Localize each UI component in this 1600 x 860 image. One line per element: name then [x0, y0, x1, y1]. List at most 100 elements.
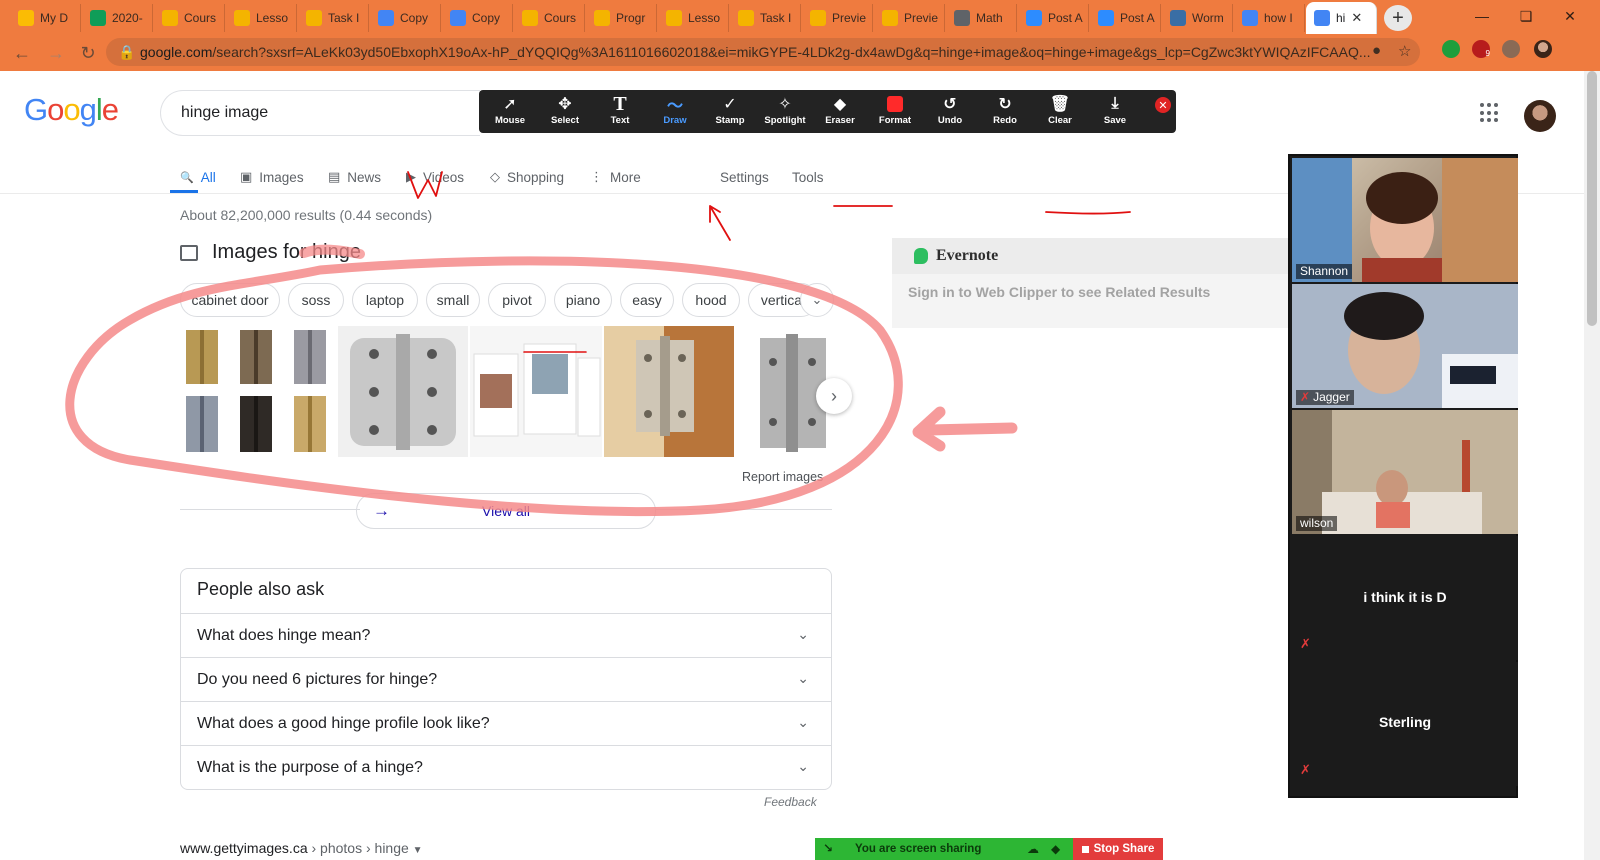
browser-tab[interactable]: how I — [1234, 4, 1305, 32]
tab-tools[interactable]: Tools — [792, 162, 824, 192]
zoom-tool-text[interactable]: T Text — [593, 93, 647, 131]
tab-more[interactable]: ⋮ More — [590, 162, 641, 192]
zoom-tool-format[interactable]: Format — [868, 93, 922, 131]
favicon-icon — [1026, 10, 1042, 26]
browser-tab[interactable]: Math — [946, 4, 1017, 32]
tab-all[interactable]: 🔍 All — [180, 162, 216, 192]
close-annotation-icon[interactable]: ✕ — [1155, 97, 1171, 113]
new-tab-button[interactable]: + — [1384, 5, 1412, 31]
image-result-door-hinge[interactable] — [604, 326, 734, 457]
zoom-tool-select[interactable]: ✥ Select — [538, 93, 592, 131]
tab-news[interactable]: ▤ News — [328, 162, 381, 192]
tile-no-video-1[interactable]: i think it is D ✗ — [1292, 536, 1518, 660]
feedback-link[interactable]: Feedback — [764, 795, 817, 809]
caret-down-icon[interactable]: ▼ — [413, 845, 423, 856]
images-heading[interactable]: Images for hinge — [180, 241, 361, 264]
apps-grid-icon[interactable] — [1480, 103, 1500, 123]
zoom-tool-clear[interactable]: 🗑 Clear — [1033, 93, 1087, 131]
evernote-signin-message[interactable]: Sign in to Web Clipper to see Related Re… — [908, 284, 1210, 300]
paa-question[interactable]: What does a good hinge profile look like… — [181, 701, 831, 745]
bookmark-star-icon[interactable]: ☆ — [1398, 42, 1411, 60]
chip-hood[interactable]: hood — [682, 283, 740, 317]
paa-question[interactable]: What is the purpose of a hinge? ⌄ — [181, 745, 831, 789]
browser-tab[interactable]: Cours — [514, 4, 585, 32]
browser-tab[interactable]: Task I — [298, 4, 369, 32]
zoom-tool-eraser[interactable]: ◆ Eraser — [813, 93, 867, 131]
view-all-button[interactable]: → View all — [356, 493, 656, 529]
browser-tab[interactable]: My D — [10, 4, 81, 32]
tab-settings[interactable]: Settings — [720, 162, 769, 192]
chevron-down-icon[interactable]: ⌄ — [797, 670, 809, 687]
browser-tab[interactable]: Task I — [730, 4, 801, 32]
report-images-link[interactable]: Report images — [742, 470, 823, 484]
browser-tab[interactable]: Post A — [1090, 4, 1161, 32]
zoom-tool-undo[interactable]: ↺ Undo — [923, 93, 977, 131]
tab-images[interactable]: ▣ Images — [240, 162, 304, 192]
browser-tab-label: Cours — [544, 11, 577, 25]
tab-shopping[interactable]: ◇ Shopping — [490, 162, 564, 192]
browser-tab[interactable]: Post A — [1018, 4, 1089, 32]
video-tile-shannon[interactable]: Shannon — [1292, 158, 1518, 282]
chevron-right-icon[interactable]: › — [816, 378, 852, 414]
chip-cabinet-door[interactable]: cabinet door — [180, 283, 280, 317]
forward-icon[interactable]: → — [44, 42, 68, 64]
profile-avatar[interactable] — [1534, 40, 1552, 58]
browser-tab[interactable]: Previe — [874, 4, 945, 32]
chevron-down-icon[interactable]: ⌄ — [797, 714, 809, 731]
search-input[interactable]: hinge image — [160, 90, 480, 136]
extension-evernote-icon[interactable] — [1442, 40, 1460, 58]
chevron-down-icon[interactable]: ⌄ — [797, 758, 809, 775]
drag-handle-icon[interactable]: ↘ — [823, 841, 833, 855]
zoom-tool-spotlight[interactable]: ✧ Spotlight — [758, 93, 812, 131]
reload-icon[interactable]: ↻ — [76, 42, 100, 64]
browser-tab[interactable]: Previe — [802, 4, 873, 32]
chip-laptop[interactable]: laptop — [352, 283, 418, 317]
chip-soss[interactable]: soss — [288, 283, 344, 317]
browser-tab[interactable]: Lesso — [226, 4, 297, 32]
chip-small[interactable]: small — [426, 283, 480, 317]
video-tile-jagger[interactable]: ✗ Jagger — [1292, 284, 1518, 408]
scrollbar-thumb[interactable] — [1587, 71, 1597, 326]
paa-question[interactable]: What does hinge mean? ⌄ — [181, 613, 831, 657]
account-avatar[interactable] — [1524, 100, 1556, 132]
browser-tab[interactable]: 2020- — [82, 4, 153, 32]
screen-share-bar[interactable]: ↘ You are screen sharing ☁ ◆ — [815, 838, 1073, 860]
result-citation[interactable]: www.gettyimages.ca › photos › hinge ▼ — [180, 840, 423, 856]
image-result-brass-hinges[interactable] — [180, 326, 332, 457]
browser-tab[interactable]: Progr — [586, 4, 657, 32]
browser-tab[interactable]: Copy — [442, 4, 513, 32]
chevron-down-icon[interactable]: ⌄ — [800, 283, 834, 317]
chip-piano[interactable]: piano — [554, 283, 612, 317]
back-icon[interactable]: ← — [10, 42, 34, 64]
extension-puzzle-icon[interactable] — [1502, 40, 1520, 58]
zoom-tool-save[interactable]: ⤓ Save — [1088, 93, 1142, 131]
tile-no-video-sterling[interactable]: Sterling ✗ — [1292, 662, 1518, 786]
location-icon[interactable]: ● — [1372, 42, 1381, 59]
video-tile-wilson[interactable]: wilson — [1292, 410, 1518, 534]
browser-tab[interactable]: Lesso — [658, 4, 729, 32]
restore-icon[interactable]: ❏ — [1504, 0, 1548, 32]
chip-pivot[interactable]: pivot — [488, 283, 546, 317]
minimize-icon[interactable]: — — [1460, 0, 1504, 32]
browser-tab[interactable]: Cours — [154, 4, 225, 32]
zoom-tool-mouse[interactable]: ➚ Mouse — [483, 93, 537, 131]
close-tab-icon[interactable]: ✕ — [1351, 10, 1362, 26]
close-window-icon[interactable]: ✕ — [1548, 0, 1592, 32]
image-result-hinge-app[interactable] — [470, 326, 602, 457]
chevron-down-icon[interactable]: ⌄ — [797, 626, 809, 643]
zoom-tool-draw[interactable]: 〜 Draw — [648, 93, 702, 131]
browser-tab[interactable]: Copy — [370, 4, 441, 32]
stop-share-button[interactable]: Stop Share — [1073, 838, 1163, 860]
google-logo[interactable]: Google — [24, 92, 119, 128]
browser-tab[interactable]: hi ✕ — [1306, 2, 1377, 34]
zoom-tool-stamp[interactable]: ✓ Stamp — [703, 93, 757, 131]
image-result-steel-hinge[interactable] — [338, 326, 468, 457]
scrollbar[interactable] — [1584, 71, 1600, 860]
chip-easy[interactable]: easy — [620, 283, 674, 317]
zoom-tool-redo[interactable]: ↻ Redo — [978, 93, 1032, 131]
extension-badge-icon[interactable]: 9 — [1472, 40, 1490, 58]
paa-question[interactable]: Do you need 6 pictures for hinge? ⌄ — [181, 657, 831, 701]
address-bar[interactable]: 🔒 google.com/search?sxsrf=ALeKk03yd50Ebx… — [106, 38, 1420, 66]
browser-tab[interactable]: Worm — [1162, 4, 1233, 32]
tab-videos[interactable]: ▶ Videos — [406, 162, 464, 192]
